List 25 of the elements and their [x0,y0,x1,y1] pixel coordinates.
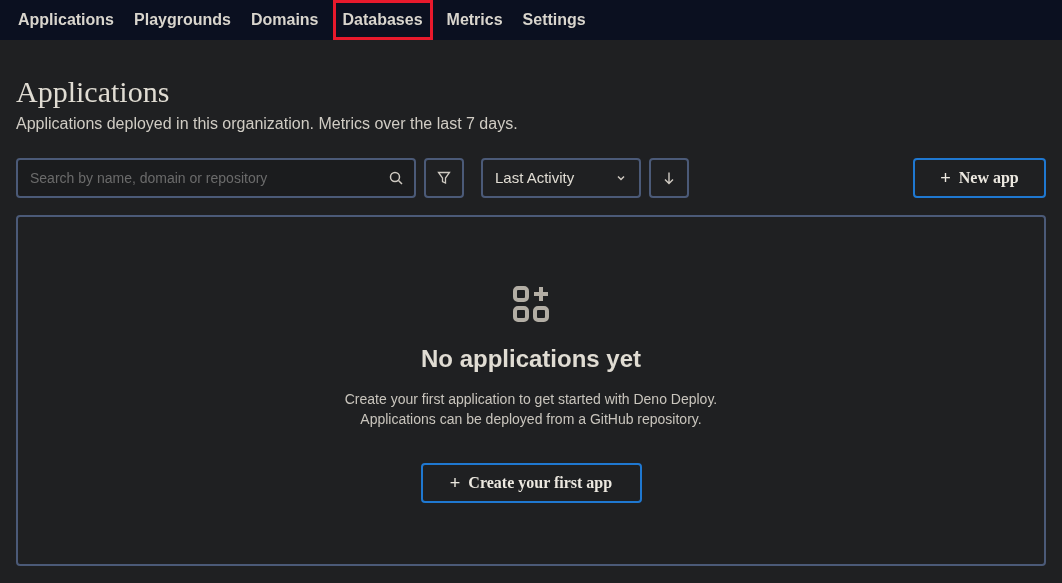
nav-tab[interactable]: Applications [8,0,124,40]
nav-tab[interactable]: Databases [332,0,433,40]
page-subtitle: Applications deployed in this organization. Metrics over the last 7 days. [16,114,518,134]
search-icon [388,170,404,186]
nav-tab[interactable]: Playgrounds [124,0,241,40]
nav-tab[interactable]: Domains [240,0,329,40]
empty-state-text: Applications can be deployed from a GitHub repository. [360,410,702,429]
filter-button[interactable] [424,158,464,198]
sort-direction-button[interactable] [649,158,689,198]
apps-add-icon [512,285,550,323]
empty-state-heading: No applications yet [420,344,641,374]
plus-icon: + [449,469,461,497]
search-field[interactable]: Search by name, domain or repository [16,158,416,198]
sort-dropdown[interactable]: Last Activity [481,158,641,198]
nav-tab[interactable]: Metrics [436,0,513,40]
empty-state-text: Create your first application to get started with Deno Deploy. [344,390,718,409]
filter-icon [437,171,451,185]
button-label: New app [958,168,1019,189]
new-app-button[interactable]: + New app [913,158,1046,198]
page-title: Applications [16,74,170,110]
create-app-button[interactable]: + Create your first app [420,463,642,503]
plus-icon: + [940,164,951,192]
button-label: Create your first app [468,473,613,494]
arrow-down-icon [663,171,675,185]
nav-tab[interactable]: Settings [512,0,596,40]
